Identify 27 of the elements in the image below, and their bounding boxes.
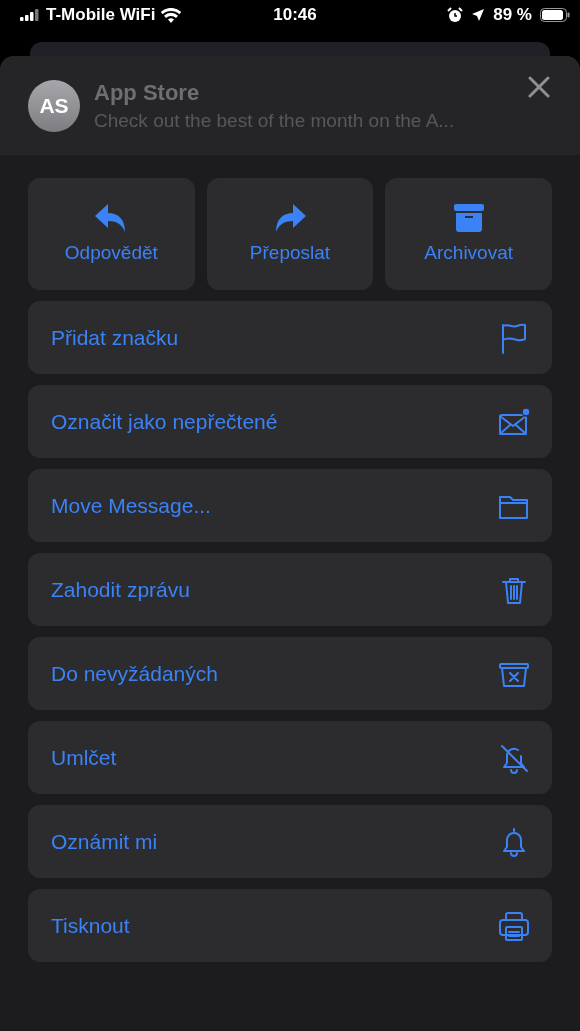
menu-item[interactable]: Přidat značku <box>28 301 552 374</box>
archive-box-icon <box>453 204 484 232</box>
action-button[interactable]: Přeposlat <box>206 178 374 290</box>
action-button[interactable]: Archivovat <box>385 178 552 290</box>
menu-item[interactable]: Zahodit zprávu <box>28 553 552 626</box>
alarm-clock-icon <box>447 7 464 23</box>
avatar: AS <box>28 79 80 132</box>
menu-item[interactable]: Oznámit mi <box>28 805 552 878</box>
action-button[interactable]: Odpovědět <box>28 178 195 290</box>
forward-icon <box>274 204 306 232</box>
location-arrow-icon <box>471 8 486 22</box>
close-icon[interactable] <box>528 76 550 98</box>
menu-item[interactable]: Move Message... <box>28 469 552 542</box>
reply-icon <box>95 204 128 232</box>
sender-name: App Store <box>94 79 201 106</box>
menu-item[interactable]: Umlčet <box>28 721 552 794</box>
menu-item[interactable]: Do nevyžádaných <box>28 637 552 710</box>
wifi-icon <box>161 7 182 23</box>
menu-item[interactable]: Tisknout <box>28 889 552 962</box>
menu-item[interactable]: Označit jako nepřečtené <box>28 385 552 458</box>
printer-icon <box>498 909 530 942</box>
clock-time: 10:46 <box>273 5 317 25</box>
battery-icon <box>540 8 570 22</box>
envelope-icon <box>498 405 530 438</box>
battery-percent: 89 % <box>493 5 532 25</box>
carrier-name: T-Mobile WiFi <box>46 5 156 25</box>
signal-icon <box>20 9 40 21</box>
